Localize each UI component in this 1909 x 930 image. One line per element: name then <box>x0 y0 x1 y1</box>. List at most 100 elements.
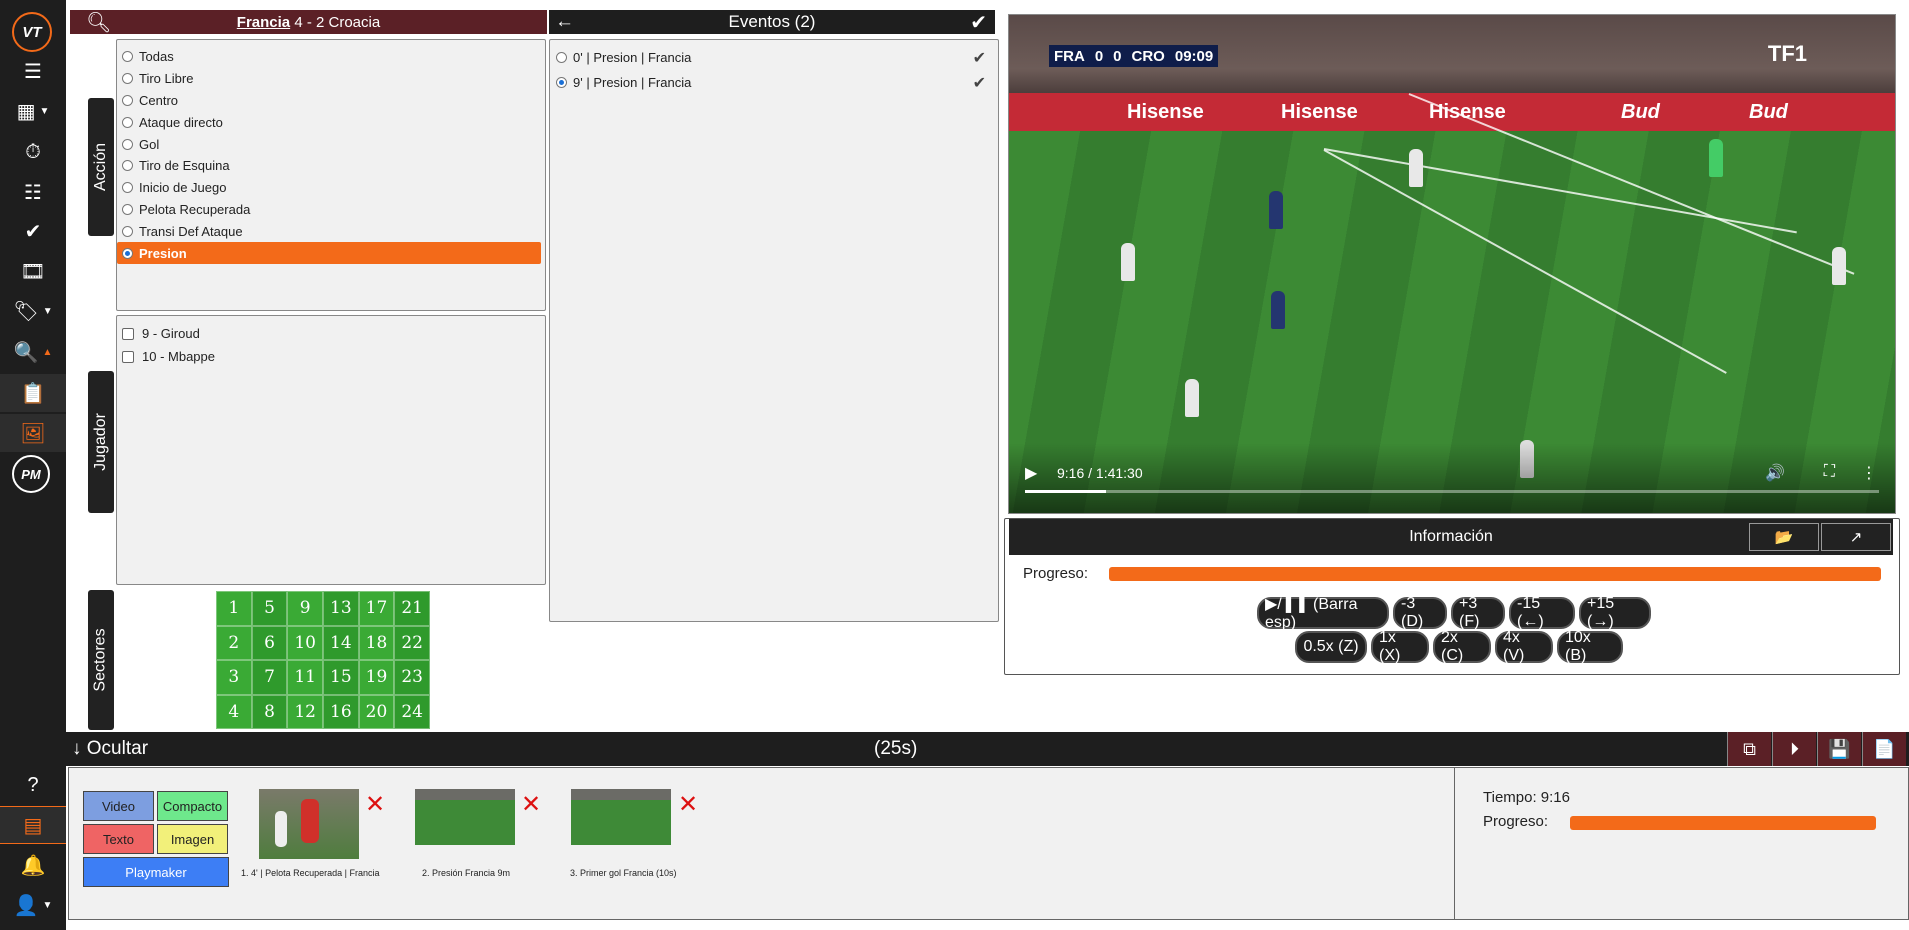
play-icon[interactable]: ▶ <box>1025 463 1037 483</box>
sector-cell[interactable]: 7 <box>251 660 288 695</box>
sector-cell[interactable]: 4 <box>216 694 252 729</box>
sector-cell[interactable]: 1 <box>216 591 252 626</box>
list-icon[interactable]: ☷ <box>0 173 66 211</box>
app-logo[interactable]: VT <box>12 12 52 52</box>
sector-cell[interactable]: 6 <box>251 625 288 660</box>
accion-option[interactable]: Pelota Recuperada <box>117 199 545 221</box>
sector-cell[interactable]: 21 <box>394 591 430 626</box>
sector-cell[interactable]: 15 <box>323 660 359 695</box>
accion-radio[interactable] <box>122 225 133 237</box>
accion-radio[interactable] <box>122 116 133 128</box>
sector-cell[interactable]: 5 <box>251 591 288 626</box>
sector-cell[interactable]: 22 <box>394 625 430 660</box>
sector-cell[interactable]: 17 <box>358 591 395 626</box>
check-circle-icon[interactable]: ✔ <box>0 212 66 250</box>
clip-thumbnail[interactable] <box>415 789 515 845</box>
sector-cell[interactable]: 8 <box>251 694 288 729</box>
stopwatch-icon[interactable]: ⏱ <box>0 133 66 171</box>
video-player[interactable]: Hisense Hisense Hisense Bud Bud FRA 0 0 … <box>1008 14 1896 514</box>
accion-option[interactable]: Centro <box>117 90 545 112</box>
menu-icon[interactable]: ☰ <box>0 52 66 90</box>
player-checkbox[interactable] <box>122 327 134 340</box>
event-radio[interactable] <box>556 77 567 88</box>
jugador-tab[interactable]: Jugador <box>88 371 114 513</box>
user-icon[interactable]: 👤 ▼ <box>0 886 66 924</box>
accion-radio[interactable] <box>122 160 133 172</box>
accion-tab[interactable]: Acción <box>88 98 114 236</box>
accion-option[interactable]: Transi Def Ataque <box>117 220 545 242</box>
accion-radio[interactable] <box>122 138 133 150</box>
search-icon[interactable]: 🔍︎ <box>86 10 111 35</box>
remove-clip-icon[interactable]: ✕ <box>678 790 698 819</box>
mode-playmaker-button[interactable]: Playmaker <box>83 857 229 887</box>
event-radio[interactable] <box>556 52 567 63</box>
hide-button[interactable]: ↓ Ocultar <box>72 738 148 760</box>
player-checkbox[interactable] <box>122 350 134 363</box>
event-row[interactable]: 0' | Presion | Francia ✔ <box>550 45 998 70</box>
clipboard-icon[interactable]: 📋 <box>0 374 66 412</box>
remove-clip-icon[interactable]: ✕ <box>365 790 385 819</box>
speed-05x-button[interactable]: 0.5x (Z) <box>1295 631 1367 663</box>
mode-compacto-button[interactable]: Compacto <box>157 791 228 821</box>
accion-radio[interactable] <box>122 94 133 106</box>
accion-radio[interactable] <box>122 203 133 215</box>
accion-radio[interactable] <box>122 51 133 63</box>
sector-cell[interactable]: 3 <box>216 660 252 695</box>
sectores-tab[interactable]: Sectores <box>88 590 114 730</box>
sector-cell[interactable]: 9 <box>287 591 323 626</box>
speed-4x-button[interactable]: 4x (V) <box>1495 629 1553 664</box>
accion-radio[interactable] <box>122 73 133 85</box>
match-home-team[interactable]: Francia <box>237 14 290 31</box>
sector-cell[interactable]: 2 <box>216 625 252 660</box>
sector-cell[interactable]: 16 <box>323 694 359 729</box>
clip-thumbnail[interactable] <box>259 789 359 859</box>
play-circle-icon[interactable]: ⏵ <box>1772 732 1816 766</box>
tag-icon[interactable]: 🏷 ▼ <box>0 292 66 330</box>
rewind-3-button[interactable]: -3 (D) <box>1393 595 1447 630</box>
accion-option[interactable]: Presion <box>117 242 541 264</box>
bell-icon[interactable]: 🔔 <box>0 846 66 884</box>
playmaker-logo[interactable]: PM <box>12 455 50 493</box>
copy-icon[interactable]: ⧉ <box>1727 732 1771 766</box>
sector-cell[interactable]: 13 <box>323 591 359 626</box>
player-option[interactable]: 9 - Giroud <box>117 322 545 345</box>
notes-icon[interactable]: ▤ <box>0 806 66 844</box>
event-row[interactable]: 9' | Presion | Francia ✔ <box>550 70 998 95</box>
sector-cell[interactable]: 19 <box>358 660 395 695</box>
sector-cell[interactable]: 12 <box>287 694 323 729</box>
accion-radio[interactable] <box>122 182 133 194</box>
mode-video-button[interactable]: Video <box>83 791 154 821</box>
save-icon[interactable]: 💾 <box>1817 732 1861 766</box>
sector-cell[interactable]: 11 <box>287 660 323 695</box>
accion-option[interactable]: Inicio de Juego <box>117 177 545 199</box>
help-icon[interactable]: ? <box>0 766 66 804</box>
accion-option[interactable]: Tiro Libre <box>117 68 545 90</box>
accion-radio[interactable] <box>122 247 133 259</box>
speed-10x-button[interactable]: 10x (B) <box>1557 629 1623 664</box>
play-pause-button[interactable]: ▶/❚❚ (Barra esp) <box>1257 596 1389 631</box>
back-arrow-icon[interactable]: ← <box>555 11 574 33</box>
folder-icon[interactable]: 📂 <box>1749 523 1819 551</box>
images-icon[interactable]: 🖼 <box>0 414 66 452</box>
sector-cell[interactable]: 20 <box>358 694 395 729</box>
check-icon[interactable]: ✔ <box>973 48 986 68</box>
rewind-15-button[interactable]: -15 (←) <box>1509 595 1575 630</box>
more-icon[interactable]: ⋮ <box>1861 463 1877 483</box>
volume-icon[interactable]: 🔊 <box>1765 463 1785 483</box>
speed-2x-button[interactable]: 2x (C) <box>1433 629 1491 664</box>
mode-texto-button[interactable]: Texto <box>83 824 154 854</box>
accion-option[interactable]: Tiro de Esquina <box>117 155 545 177</box>
accion-option[interactable]: Gol <box>117 133 545 155</box>
forward-3-button[interactable]: +3 (F) <box>1451 595 1505 630</box>
check-icon[interactable]: ✔ <box>970 10 987 35</box>
video-progress-track[interactable] <box>1025 490 1879 493</box>
sector-cell[interactable]: 23 <box>394 660 430 695</box>
sector-cell[interactable]: 10 <box>287 625 323 660</box>
speed-1x-button[interactable]: 1x (X) <box>1371 629 1429 664</box>
table-icon[interactable]: ▦ ▼ <box>0 92 66 130</box>
remove-clip-icon[interactable]: ✕ <box>521 790 541 819</box>
mode-imagen-button[interactable]: Imagen <box>157 824 228 854</box>
document-icon[interactable]: 📄 <box>1862 732 1906 766</box>
player-option[interactable]: 10 - Mbappe <box>117 345 545 368</box>
sector-cell[interactable]: 14 <box>323 625 359 660</box>
